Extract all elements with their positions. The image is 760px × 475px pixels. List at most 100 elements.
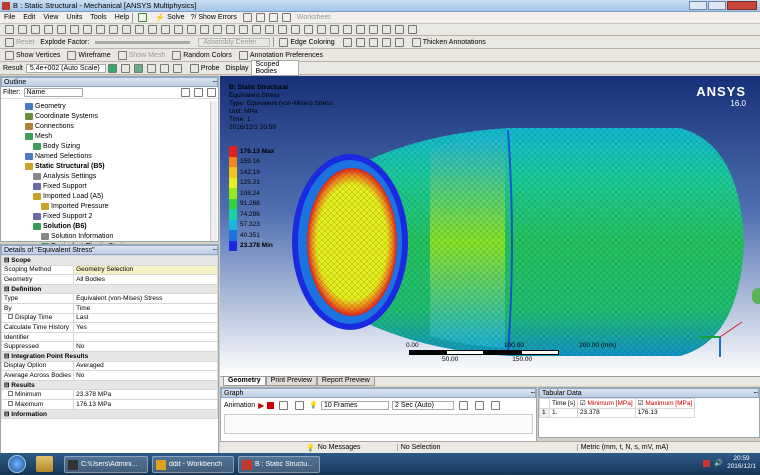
- show-mesh-button[interactable]: Show Mesh: [116, 50, 165, 60]
- pin-icon[interactable]: ⵈ: [212, 78, 217, 86]
- checkbox[interactable]: [8, 314, 13, 320]
- edge-icon[interactable]: [394, 37, 404, 47]
- edge-icon[interactable]: [368, 37, 378, 47]
- outline-scrollbar[interactable]: [210, 101, 217, 241]
- details-section[interactable]: ⊟ Results: [1, 379, 218, 391]
- minimize-button[interactable]: [689, 1, 707, 10]
- axis-triad[interactable]: Y: [698, 312, 748, 362]
- toolbar-icon[interactable]: [200, 25, 209, 34]
- details-section[interactable]: ⊟ Scope: [1, 255, 218, 266]
- tree-item[interactable]: Analysis Settings: [17, 171, 218, 181]
- tree-item[interactable]: Coordinate Systems: [17, 111, 218, 121]
- side-toggle-icon[interactable]: [752, 288, 760, 304]
- explode-factor-slider[interactable]: [95, 40, 191, 44]
- details-row[interactable]: Geometry All Bodies: [0, 274, 218, 285]
- pin-icon[interactable]: ⵈ: [212, 246, 217, 254]
- view-tab-report-preview[interactable]: Report Preview: [316, 377, 375, 386]
- edge-icon[interactable]: [381, 37, 391, 47]
- model-view[interactable]: [280, 114, 760, 374]
- menu-view[interactable]: View: [43, 14, 58, 21]
- expand-icon[interactable]: [194, 88, 204, 97]
- tree-item[interactable]: Solution (B6): [17, 221, 218, 231]
- tree-item[interactable]: Fixed Support 2: [17, 211, 218, 221]
- menu-units[interactable]: Units: [66, 14, 82, 21]
- probe-button[interactable]: Probe: [188, 63, 220, 73]
- graphics-viewport[interactable]: B: Static Structural Equivalent Stress Typ…: [220, 76, 760, 376]
- play-icon[interactable]: ▶: [258, 401, 264, 410]
- menu-file[interactable]: File: [4, 14, 15, 21]
- pin-icon[interactable]: ⵈ: [753, 389, 758, 397]
- export-icon[interactable]: [295, 400, 305, 410]
- duration-select[interactable]: 2 Sec (Auto): [392, 400, 455, 410]
- show-vertices-button[interactable]: Show Vertices: [3, 50, 60, 60]
- max-icon[interactable]: [159, 63, 169, 73]
- checkbox[interactable]: [8, 400, 13, 406]
- toolbar-icon[interactable]: [281, 13, 291, 22]
- details-section[interactable]: ⊟ Definition: [1, 283, 218, 295]
- graph-area[interactable]: [224, 414, 533, 434]
- toolbar-icon[interactable]: [369, 25, 378, 34]
- toolbar-icon[interactable]: [255, 13, 265, 22]
- units-status[interactable]: Metric (mm, t, N, s, mV, mA): [576, 444, 668, 451]
- toolbar-icon[interactable]: [83, 25, 92, 34]
- tree-item[interactable]: Static Structural (B5): [17, 161, 218, 171]
- solve-button[interactable]: ⚡ Solve: [155, 13, 184, 22]
- clock[interactable]: 20:59 2016/12/1: [727, 455, 756, 471]
- outline-filter-select[interactable]: Name: [23, 88, 84, 97]
- pin-icon[interactable]: ⵈ: [530, 389, 535, 397]
- show-errors-button[interactable]: ?/ Show Errors: [191, 14, 237, 21]
- toolbar-icon[interactable]: [31, 25, 40, 34]
- toolbar-icon[interactable]: [278, 25, 287, 34]
- result-scale-select[interactable]: 5.4e+002 (Auto Scale): [25, 63, 106, 73]
- menu-help[interactable]: Help: [115, 14, 129, 21]
- edges-icon[interactable]: [120, 63, 130, 73]
- toolbar-icon[interactable]: [268, 13, 278, 22]
- details-section[interactable]: ⊟ Information: [1, 408, 218, 420]
- taskbar-item[interactable]: C:\Users\Admini...: [64, 456, 148, 473]
- details-row[interactable]: Minimum 23.378 MPa: [0, 389, 218, 400]
- toolbar-icon[interactable]: [291, 25, 300, 34]
- frames-select[interactable]: 10 Frames: [321, 400, 390, 410]
- toolbar-icon[interactable]: [252, 25, 261, 34]
- tree-item[interactable]: Body Sizing: [17, 141, 218, 151]
- toolbar-icon[interactable]: [317, 25, 326, 34]
- random-colors-button[interactable]: Random Colors: [170, 50, 232, 60]
- check-icon[interactable]: [138, 13, 148, 22]
- toolbar-icon[interactable]: [242, 13, 252, 22]
- hint-icon[interactable]: 💡: [309, 401, 318, 409]
- worksheet-button[interactable]: Worksheet: [297, 14, 330, 21]
- toolbar-icon[interactable]: [70, 25, 79, 34]
- view-tab-print-preview[interactable]: Print Preview: [265, 377, 317, 386]
- details-row[interactable]: Calculate Time History Yes: [0, 322, 218, 333]
- tree-item[interactable]: Imported Pressure: [17, 201, 218, 211]
- toolbar-icon[interactable]: [187, 25, 196, 34]
- table-row[interactable]: 1 1. 23.378 176.13: [539, 407, 696, 419]
- maximize-button[interactable]: [708, 1, 726, 10]
- toolbar-icon[interactable]: [174, 25, 183, 34]
- tree-item[interactable]: Connections: [17, 121, 218, 131]
- toolbar-icon[interactable]: [382, 25, 391, 34]
- edge-icon[interactable]: [355, 37, 365, 47]
- tree-item[interactable]: Fixed Support: [17, 181, 218, 191]
- tree-item[interactable]: Named Selections: [17, 151, 218, 161]
- toolbar-icon[interactable]: [330, 25, 339, 34]
- toolbar-icon[interactable]: [213, 25, 222, 34]
- details-row[interactable]: Identifier: [0, 331, 218, 343]
- menu-edit[interactable]: Edit: [23, 14, 35, 21]
- annotation-preferences-button[interactable]: Annotation Preferences: [237, 50, 323, 60]
- toolbar-icon[interactable]: [343, 25, 352, 34]
- tree-item[interactable]: Mesh: [17, 131, 218, 141]
- menu-tools[interactable]: Tools: [90, 14, 106, 21]
- collapse-icon[interactable]: [207, 88, 216, 97]
- volume-icon[interactable]: 🔊: [714, 459, 723, 467]
- close-button[interactable]: [727, 1, 757, 10]
- wireframe-button[interactable]: Wireframe: [65, 50, 111, 60]
- toolbar-icon[interactable]: [18, 25, 27, 34]
- zoom-icon[interactable]: [475, 400, 485, 410]
- details-row[interactable]: Scoping Method Geometry Selection: [0, 264, 218, 276]
- view-tab-geometry[interactable]: Geometry: [223, 377, 266, 386]
- toolbar-icon[interactable]: [356, 25, 365, 34]
- details-row[interactable]: Display Time Last: [0, 312, 218, 324]
- column-header[interactable]: ☑ Maximum [MPa]: [634, 398, 696, 409]
- legend-icon[interactable]: [133, 63, 143, 73]
